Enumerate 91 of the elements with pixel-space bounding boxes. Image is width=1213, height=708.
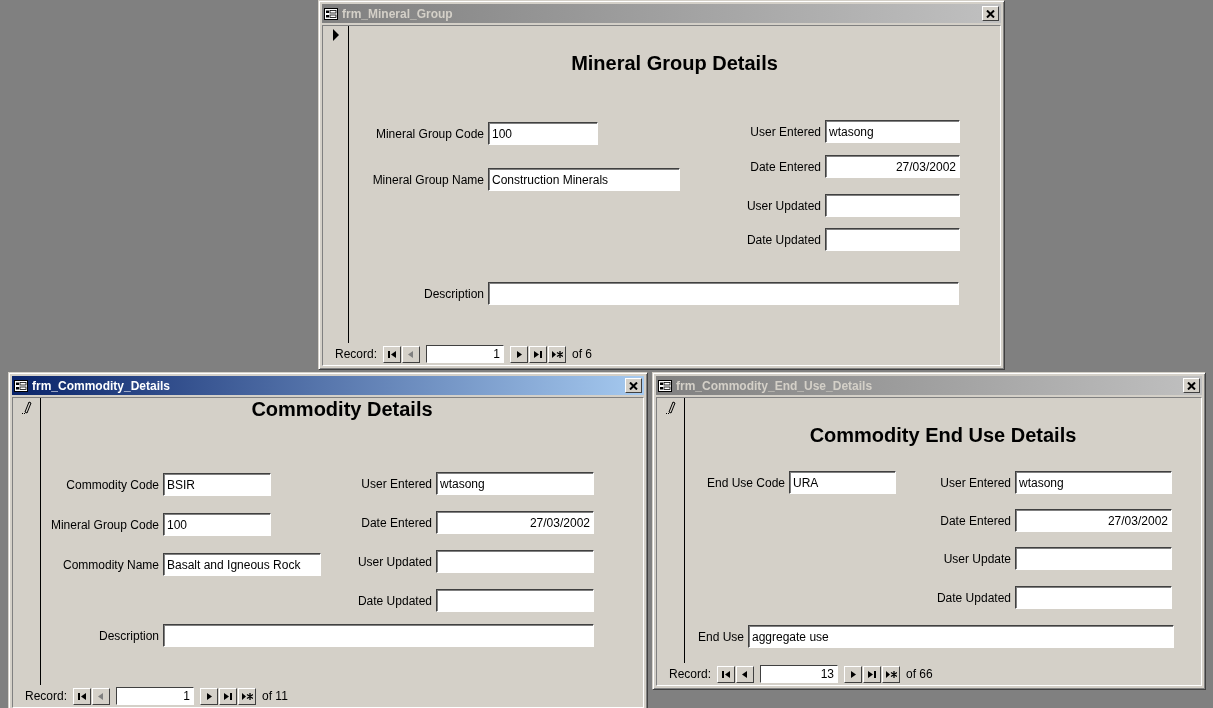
field-label: User Entered — [749, 123, 821, 141]
record-count: of 11 — [262, 688, 288, 705]
text-field[interactable] — [488, 282, 959, 305]
record-nav-button[interactable] — [73, 687, 92, 705]
last-record-icon — [223, 691, 234, 701]
field-label: Commodity Code — [65, 476, 159, 494]
record-nav-button[interactable] — [844, 665, 863, 683]
text-field[interactable] — [436, 550, 594, 573]
next-record-icon — [514, 349, 525, 359]
form-heading: Commodity End Use Details — [808, 423, 1078, 448]
last-record-icon — [867, 669, 878, 679]
record-nav-button[interactable] — [238, 687, 257, 705]
window-title: frm_Mineral_Group — [342, 5, 454, 23]
field-label: User Updated — [745, 197, 821, 215]
field-label: End Use Code — [705, 474, 785, 492]
form-heading: Commodity Details — [250, 398, 434, 422]
field-label: User Entered — [939, 474, 1011, 492]
record-label: Record: — [25, 688, 68, 705]
text-field[interactable] — [1015, 547, 1172, 570]
field-label: Date Entered — [360, 514, 432, 532]
text-field[interactable] — [436, 589, 594, 612]
field-label: End Use — [696, 628, 744, 646]
field-label: User Entered — [360, 475, 432, 493]
field-label: Mineral Group Code — [374, 125, 484, 143]
record-nav-button[interactable] — [736, 665, 755, 683]
new-record-icon — [551, 349, 564, 359]
record-nav-button[interactable] — [717, 665, 736, 683]
field-label: Date Updated — [356, 592, 432, 610]
field-label: Description — [97, 627, 159, 645]
field-label: Mineral Group Name — [371, 171, 484, 189]
close-button[interactable] — [625, 378, 642, 393]
new-record-icon — [241, 691, 254, 701]
close-icon — [629, 381, 638, 390]
field-label: User Update — [942, 550, 1011, 568]
next-record-icon — [848, 669, 859, 679]
text-field[interactable]: 27/03/2002 — [825, 155, 960, 178]
record-nav-button[interactable] — [510, 345, 529, 363]
record-label: Record: — [335, 346, 378, 363]
close-icon — [986, 9, 995, 18]
text-field[interactable]: 100 — [488, 122, 598, 145]
record-count: of 66 — [906, 666, 933, 683]
record-nav-button[interactable] — [529, 345, 548, 363]
last-record-icon — [533, 349, 544, 359]
record-nav-button[interactable] — [219, 687, 238, 705]
record-count: of 6 — [572, 346, 593, 363]
text-field[interactable]: 100 — [163, 513, 271, 536]
text-field[interactable]: BSIR — [163, 473, 271, 496]
field-label: Description — [422, 285, 484, 303]
text-field[interactable]: Basalt and Igneous Rock — [163, 553, 321, 576]
text-field[interactable]: wtasong — [1015, 471, 1172, 494]
form-heading: Mineral Group Details — [570, 51, 779, 76]
text-field[interactable]: 27/03/2002 — [1015, 509, 1172, 532]
text-field[interactable] — [163, 624, 594, 647]
window-title: frm_Commodity_End_Use_Details — [676, 377, 874, 395]
text-field[interactable]: wtasong — [436, 472, 594, 495]
record-number-field[interactable]: 1 — [426, 345, 505, 363]
record-nav-button[interactable] — [882, 665, 901, 683]
close-icon — [1187, 381, 1196, 390]
form-icon — [324, 7, 338, 20]
record-nav-button[interactable] — [200, 687, 219, 705]
close-button[interactable] — [1183, 378, 1200, 393]
form-icon — [14, 379, 28, 392]
field-label: User Updated — [356, 553, 432, 571]
field-label: Date Entered — [749, 158, 821, 176]
first-record-icon — [387, 349, 398, 359]
next-record-icon — [204, 691, 215, 701]
first-record-icon — [77, 691, 88, 701]
text-field[interactable]: 27/03/2002 — [436, 511, 594, 534]
first-record-icon — [721, 669, 732, 679]
field-label: Date Entered — [939, 512, 1011, 530]
text-field[interactable]: URA — [789, 471, 896, 494]
text-field[interactable] — [825, 194, 960, 217]
record-nav-button[interactable] — [863, 665, 882, 683]
close-button[interactable] — [982, 6, 999, 21]
form-icon — [658, 379, 672, 392]
text-field[interactable] — [825, 228, 960, 251]
record-label: Record: — [669, 666, 712, 683]
text-field[interactable] — [1015, 586, 1172, 609]
field-label: Mineral Group Code — [49, 516, 159, 534]
text-field[interactable]: Construction Minerals — [488, 168, 680, 191]
text-field[interactable]: wtasong — [825, 120, 960, 143]
new-record-icon — [885, 669, 898, 679]
record-nav-button[interactable] — [383, 345, 402, 363]
window-title: frm_Commodity_Details — [32, 377, 172, 395]
field-label: Date Updated — [935, 589, 1011, 607]
text-field[interactable]: aggregate use — [748, 625, 1174, 648]
record-number-field[interactable]: 13 — [760, 665, 839, 683]
field-label: Date Updated — [745, 231, 821, 249]
field-label: Commodity Name — [61, 556, 159, 574]
record-nav-button[interactable] — [548, 345, 567, 363]
record-number-field[interactable]: 1 — [116, 687, 195, 705]
